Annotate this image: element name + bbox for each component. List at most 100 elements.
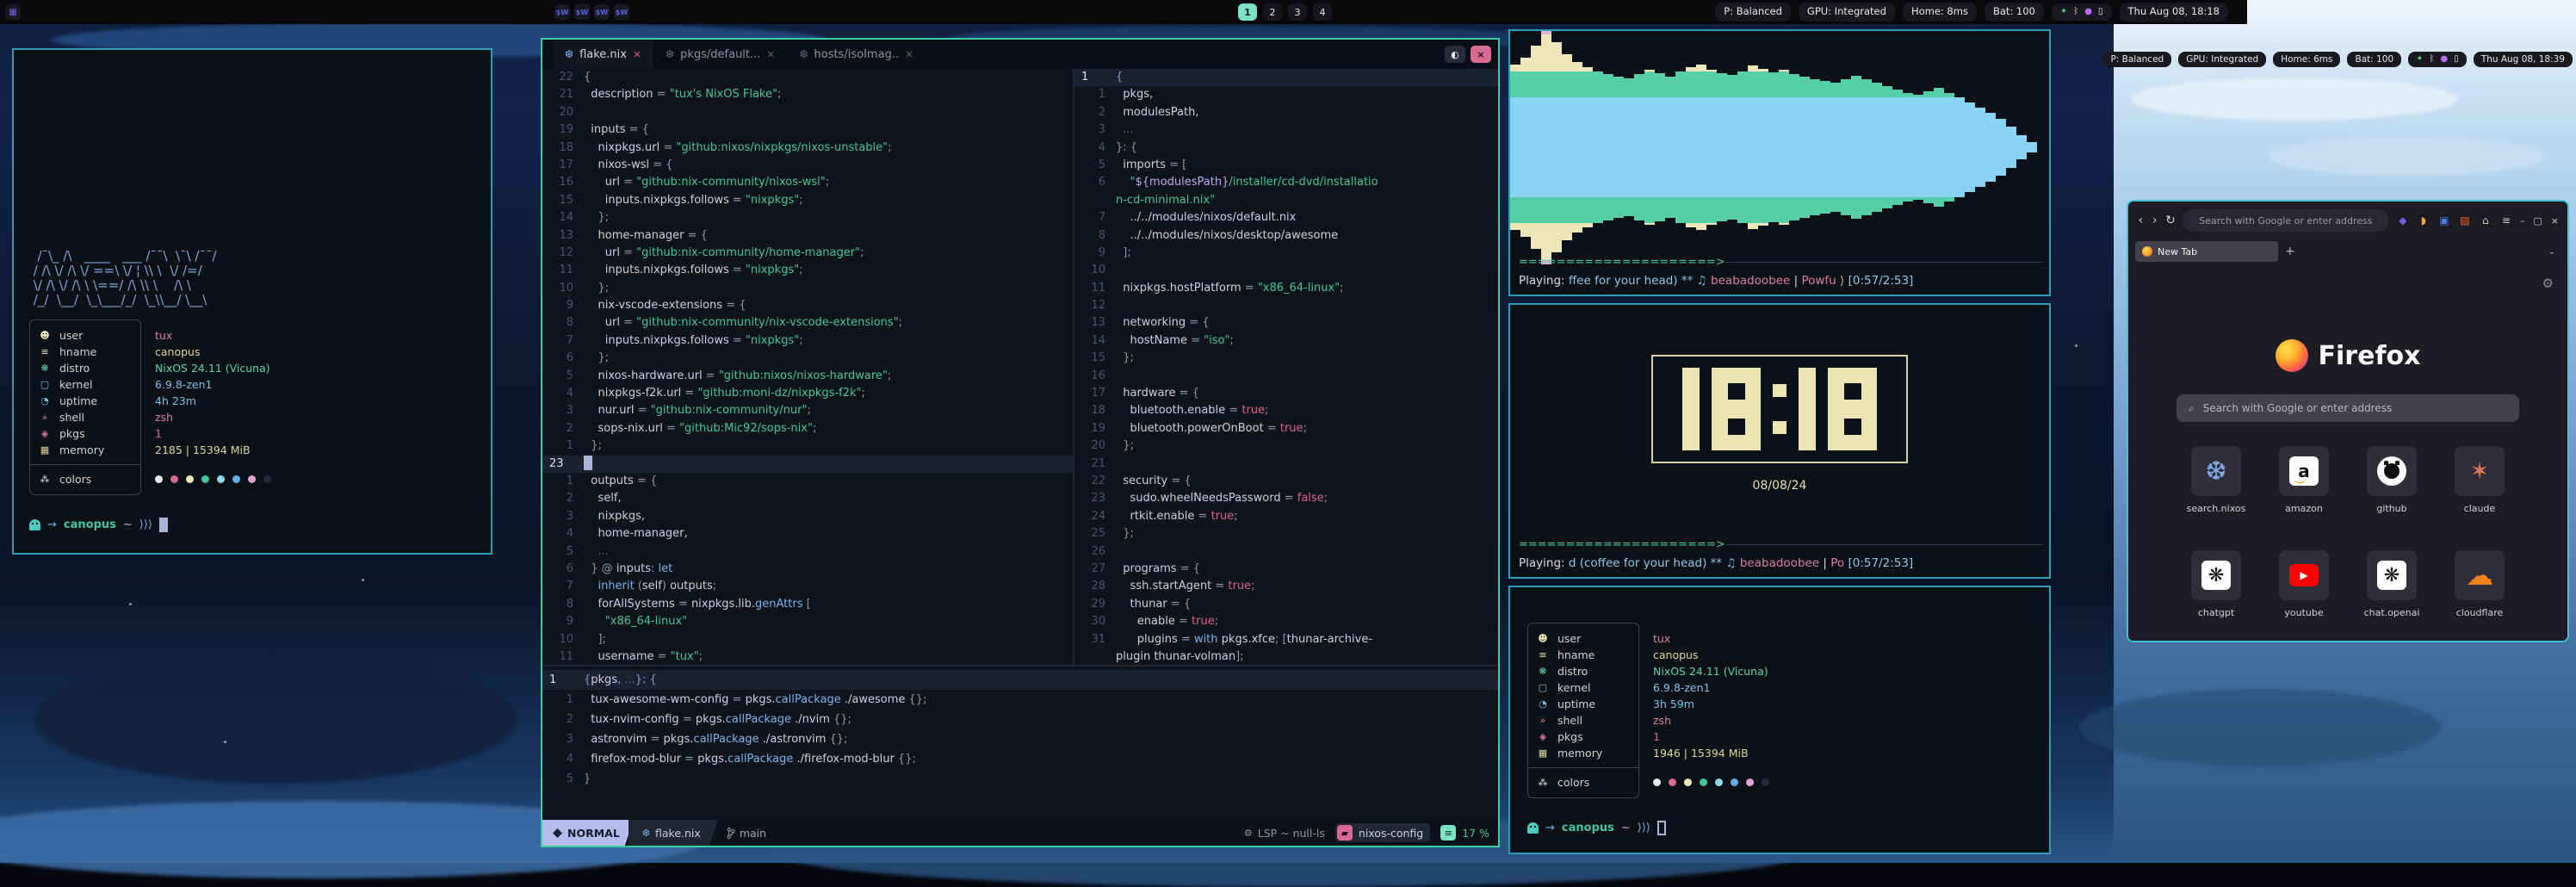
code-line: 22 security = { <box>1074 473 1498 490</box>
fetch-value: 2185 | 15394 MiB <box>155 442 271 458</box>
code-line: 10 <box>1074 262 1498 279</box>
back-button[interactable]: ‹ <box>2137 214 2145 227</box>
shortcut-tile-cloudflare[interactable]: ☁cloudflare <box>2443 550 2517 618</box>
code-line: 1{pkgs, ...}: { <box>542 670 1498 690</box>
code-pane-pkgs-default[interactable]: 1{pkgs, ...}: {1 tux-awesome-wm-config =… <box>542 667 1498 823</box>
editor-tab-pkgs-default-[interactable]: ❆pkgs/default...× <box>653 40 787 69</box>
line-number: 19 <box>1074 420 1116 437</box>
tray-icon[interactable]: $W <box>554 4 570 20</box>
buffer-toggle-button[interactable]: ◐ <box>1445 46 1465 63</box>
code-text: url = "github:nix-community/nix-vscode-e… <box>584 314 902 332</box>
visualizer-bar <box>1665 77 1675 218</box>
code-line: 9 "x86_64-linux" <box>542 613 1073 630</box>
extension-icon-purple[interactable]: ◆ <box>2396 214 2410 226</box>
personalize-gear-icon[interactable]: ⚙ <box>2542 276 2554 291</box>
line-number: 10 <box>1074 262 1116 279</box>
line-number: 5 <box>542 368 584 385</box>
prompt-path: ~ <box>123 518 133 531</box>
workspace-button-1[interactable]: 1 <box>1238 3 1257 21</box>
code-pane-flake-nix[interactable]: 22{21 description = "tux's NixOS Flake";… <box>542 69 1073 665</box>
extension-icon-orange[interactable]: ◗ <box>2417 214 2430 226</box>
fetch-value: 6.9.8-zen1 <box>1653 679 1769 696</box>
code-line: 3 astronvim = pkgs.callPackage ./astronv… <box>542 729 1498 749</box>
buffer-close-button[interactable]: × <box>1471 46 1491 63</box>
fetch-value: tux <box>1653 630 1769 647</box>
visualizer-bar <box>1841 79 1851 215</box>
tab-new-tab[interactable]: New Tab <box>2135 241 2278 262</box>
minimize-button[interactable]: – <box>2520 215 2525 226</box>
code-line: 18 nixpkgs.url = "github:nixos/nixpkgs/n… <box>542 140 1073 157</box>
editor-tab-hosts-isoImag-[interactable]: ❆hosts/isoImag..× <box>787 40 926 69</box>
progress-icon: ≡ <box>1440 825 1456 840</box>
code-pane-iso-image[interactable]: 1{1 pkgs,2 modulesPath,3 ...4}: {5 impor… <box>1074 69 1498 665</box>
code-line: 22{ <box>542 69 1073 86</box>
visualizer-bar <box>1748 65 1758 229</box>
workspace-button-4[interactable]: 4 <box>1313 3 1332 21</box>
workspace-button-2[interactable]: 2 <box>1263 3 1282 21</box>
menu-icon[interactable]: ≡ <box>2499 214 2513 226</box>
fetch-label: shell <box>59 409 84 425</box>
close-button[interactable]: × <box>2551 215 2559 226</box>
visualizer-bar <box>1593 71 1603 223</box>
visualizer-bar <box>1923 91 1934 203</box>
sidebar-icon[interactable]: ⌂ <box>2479 214 2492 226</box>
code-text: programs = { <box>1116 561 1200 578</box>
claude-icon: ✶ <box>2470 458 2490 485</box>
playing-separator: =====================> <box>1519 256 2042 269</box>
code-line: 4 nixpkgs-f2k.url = "github:moni-dz/nixp… <box>542 385 1073 402</box>
line-number: 2 <box>542 710 584 729</box>
colors-row: ⁂colors <box>1537 774 1630 791</box>
line-number: 13 <box>542 227 584 245</box>
clock-pill: Thu Aug 08, 18:39 <box>2474 52 2573 68</box>
tab-close-icon[interactable]: × <box>766 48 775 60</box>
extension-icon-blue[interactable]: ▣ <box>2437 214 2451 226</box>
reload-button[interactable]: ↻ <box>2165 214 2176 227</box>
shortcut-tile-chat-openai[interactable]: ❋chat.openai <box>2355 550 2429 618</box>
list-tabs-chevron[interactable]: ⌄ <box>2548 247 2561 257</box>
line-number: 12 <box>1074 297 1116 314</box>
code-text: } <box>584 769 591 789</box>
visualizer-bar <box>1562 54 1572 240</box>
new-tab-button[interactable]: + <box>2285 245 2295 258</box>
shortcut-tile-chatgpt[interactable]: ❋chatgpt <box>2179 550 2253 618</box>
shortcut-tile-amazon[interactable]: a‿amazon <box>2267 446 2341 514</box>
fetch-label: distro <box>1557 663 1588 679</box>
tray-icon[interactable]: $W <box>594 4 610 20</box>
visualizer-bar <box>1572 62 1582 233</box>
line-number: 14 <box>1074 332 1116 350</box>
forward-button[interactable]: › <box>2152 214 2159 227</box>
workspace-button-3[interactable]: 3 <box>1288 3 1307 21</box>
distro-icon: ❋ <box>1537 663 1549 679</box>
fetch-label: pkgs <box>59 425 85 442</box>
tray-icon[interactable]: $W <box>574 4 590 20</box>
color-dot <box>1700 778 1707 786</box>
tab-close-icon[interactable]: × <box>633 48 641 60</box>
kernel-icon-row: ▢kernel <box>1537 679 1630 696</box>
status-pill-2: Home: 8ms <box>1903 3 1977 22</box>
launcher-icon[interactable]: ▦ <box>5 4 21 20</box>
line-number: 24 <box>1074 508 1116 525</box>
extension-icon-flame[interactable]: ▨ <box>2458 214 2472 226</box>
visualizer-bar <box>1706 70 1717 225</box>
tab-close-icon[interactable]: × <box>905 48 913 60</box>
newtab-search-bar[interactable]: ⌕ Search with Google or enter address <box>2177 394 2519 422</box>
fetch-value: 1946 | 15394 MiB <box>1653 745 1769 761</box>
shortcut-tile-youtube[interactable]: ▶youtube <box>2267 550 2341 618</box>
line-number: 1 <box>542 670 584 690</box>
shortcut-tile-claude[interactable]: ✶claude <box>2443 446 2517 514</box>
shortcut-tile-search-nixos[interactable]: ❆search.nixos <box>2179 446 2253 514</box>
shortcut-tile-github[interactable]: github <box>2355 446 2429 514</box>
code-text: bluetooth.powerOnBoot = true; <box>1116 420 1307 437</box>
fetch-value: canopus <box>155 344 271 360</box>
neovim-window: ❆flake.nix×❆pkgs/default...×❆hosts/isoIm… <box>541 38 1500 847</box>
tray-icon[interactable]: $W <box>614 4 629 20</box>
code-line: 14 }; <box>542 209 1073 226</box>
visualizer-bar <box>2006 127 2016 168</box>
editor-tab-flake-nix[interactable]: ❆flake.nix× <box>553 40 653 69</box>
urlbar[interactable]: Search with Google or enter address <box>2183 209 2389 232</box>
editor-tabbar: ❆flake.nix×❆pkgs/default...×❆hosts/isoIm… <box>542 40 1498 69</box>
code-text: self, <box>584 490 622 507</box>
color-dot <box>1746 778 1754 786</box>
code-line: 12 url = "github:nix-community/home-mana… <box>542 245 1073 262</box>
maximize-button[interactable]: ▢ <box>2533 215 2542 226</box>
